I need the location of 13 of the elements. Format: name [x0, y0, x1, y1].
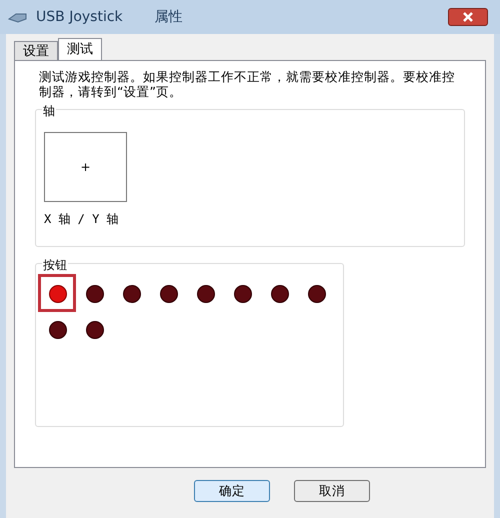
dialog-button[interactable]: 确定	[194, 480, 270, 502]
close-button[interactable]	[448, 8, 488, 26]
tab[interactable]: 设置	[14, 41, 58, 60]
description: 测试游戏控制器。如果控制器工作不正常，就需要校准控制器。要校准控制器，请转到“设置”页。	[38, 69, 456, 99]
group-title: 按钮	[42, 256, 68, 274]
axis-label: X 轴 / Y 轴	[44, 211, 120, 228]
dialog-button[interactable]: 取消	[294, 480, 370, 502]
group-title: 轴	[42, 102, 56, 120]
window-title: USB Joystick	[36, 8, 123, 26]
crosshair: +	[80, 159, 91, 176]
window-subtitle: 属性	[154, 8, 183, 26]
close-icon	[463, 12, 473, 22]
tab[interactable]: 测试	[58, 38, 102, 60]
